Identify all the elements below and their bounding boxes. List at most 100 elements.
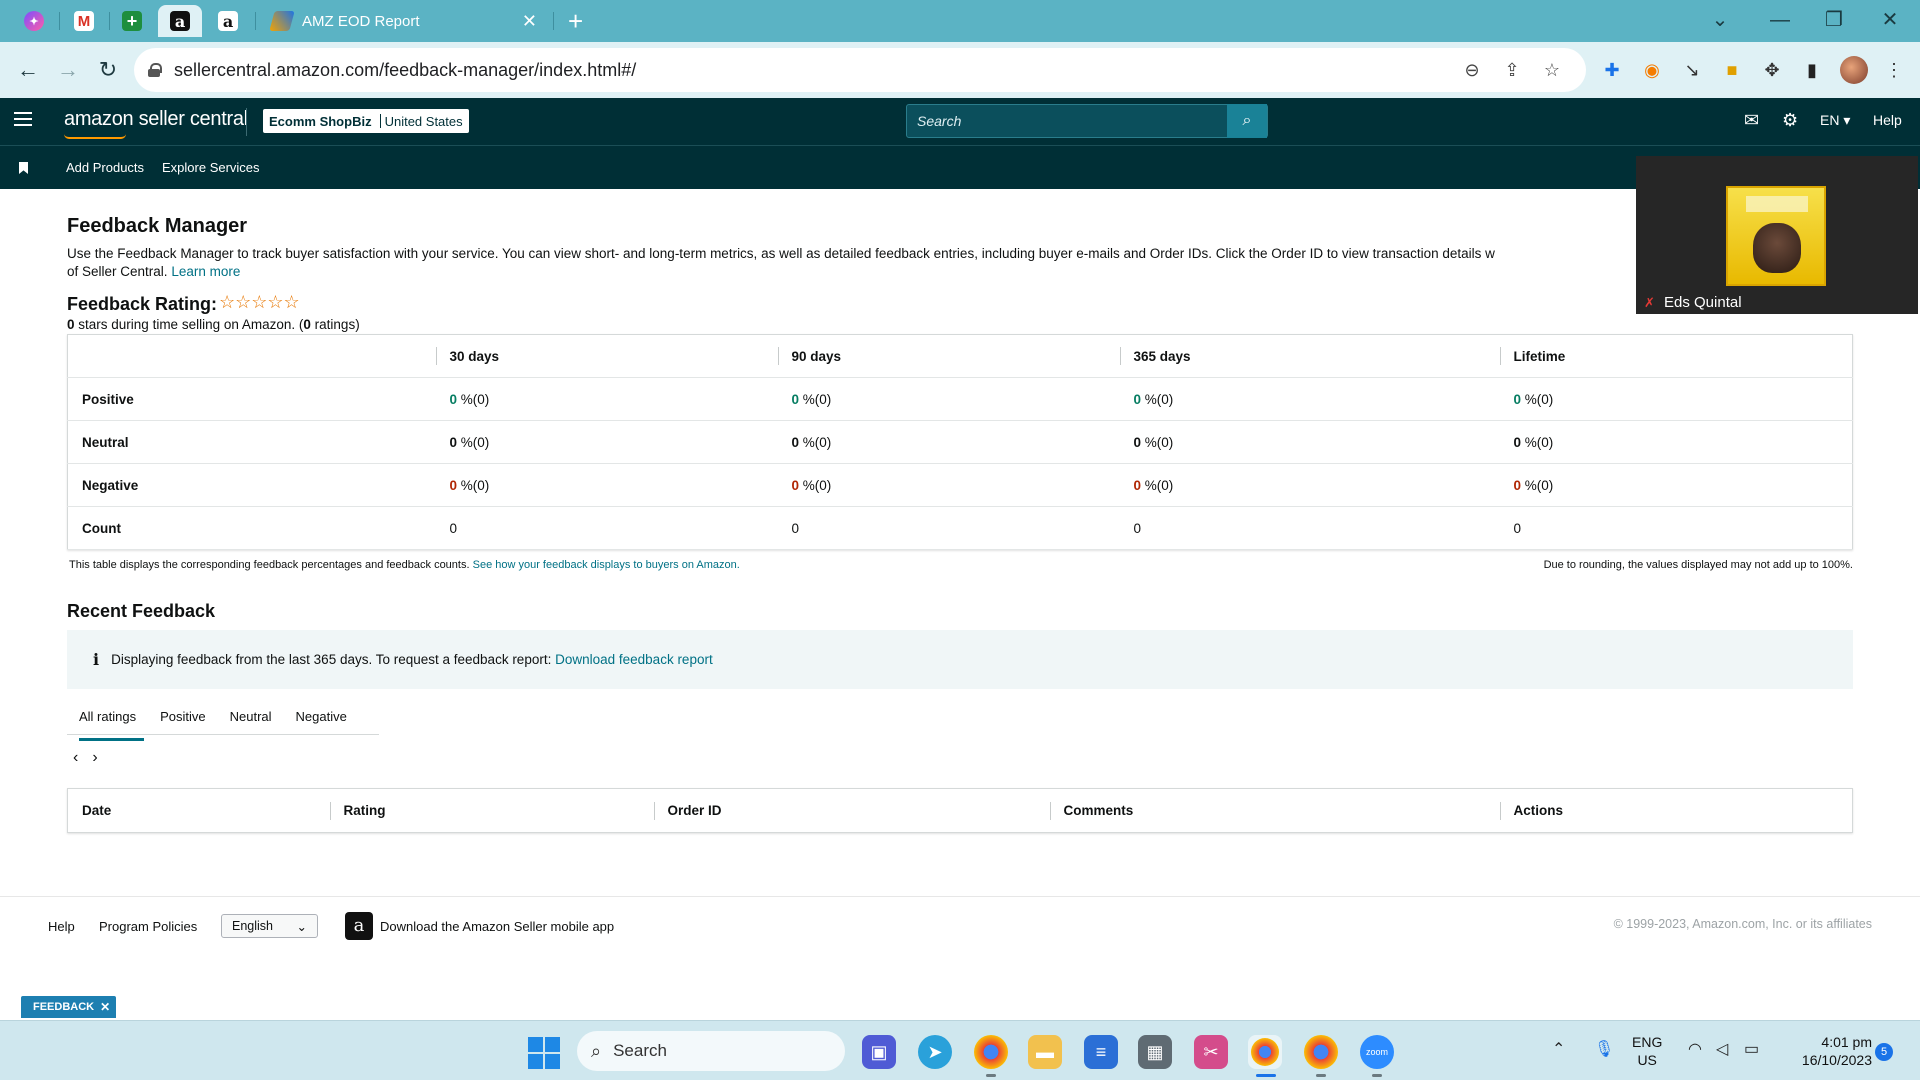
microphone-icon[interactable]: 🎙	[1594, 1039, 1614, 1059]
tab-gmail[interactable]: M	[62, 5, 106, 37]
chrome-profile-icon[interactable]	[974, 1035, 1008, 1069]
url-text[interactable]: sellercentral.amazon.com/feedback-manage…	[174, 60, 1452, 81]
notepad-icon[interactable]: ≡	[1084, 1035, 1118, 1069]
teams-icon[interactable]: ▣	[862, 1035, 896, 1069]
tab-amazon[interactable]: a	[206, 5, 250, 37]
file-explorer-icon[interactable]: ▬	[1028, 1035, 1062, 1069]
column-header-comments[interactable]: Comments	[1049, 789, 1500, 833]
feedback-badge[interactable]: FEEDBACK ✕	[21, 996, 117, 1018]
subnav-add-products[interactable]: Add Products	[66, 160, 144, 175]
close-icon[interactable]: ✕	[100, 1000, 110, 1014]
extension-icon[interactable]: ✚	[1598, 56, 1626, 84]
seller-central-logo[interactable]: amazon seller central	[64, 108, 248, 139]
table-row-negative: Negative 0 %(0) 0 %(0) 0 %(0) 0 %(0)	[67, 463, 1853, 507]
telegram-icon[interactable]: ➤	[918, 1035, 952, 1069]
column-header-rating[interactable]: Rating	[329, 789, 654, 833]
extension-icon[interactable]: ◉	[1638, 56, 1666, 84]
video-call-overlay[interactable]: ✗ Eds Quintal	[1636, 156, 1918, 314]
system-clock[interactable]: 4:01 pm 16/10/2023	[1786, 1033, 1872, 1069]
zoom-app-icon[interactable]: zoom	[1360, 1035, 1394, 1069]
amazon-icon: a	[218, 11, 238, 31]
battery-icon[interactable]: ▭	[1744, 1039, 1759, 1059]
back-arrow-icon[interactable]: ←	[12, 54, 44, 86]
forward-arrow-icon[interactable]: →	[52, 54, 84, 86]
chrome-active-icon[interactable]	[1248, 1035, 1282, 1069]
share-icon[interactable]: ⇪	[1492, 60, 1532, 81]
table-row-count: Count 0 0 0 0	[67, 506, 1853, 550]
menu-kebab-icon[interactable]: ⋮	[1880, 56, 1908, 84]
amazon-app-icon[interactable]: a	[345, 912, 373, 940]
report-icon	[269, 11, 295, 31]
side-panel-icon[interactable]: ▮	[1798, 56, 1826, 84]
rating-count-value: 0	[303, 317, 311, 332]
help-link[interactable]: Help	[1873, 112, 1902, 128]
hamburger-menu-icon[interactable]	[14, 112, 32, 128]
input-language[interactable]: ENG US	[1632, 1033, 1662, 1069]
address-bar[interactable]: sellercentral.amazon.com/feedback-manage…	[134, 48, 1586, 92]
snipping-tool-icon[interactable]: ✂	[1194, 1035, 1228, 1069]
volume-icon[interactable]: ◁	[1716, 1039, 1728, 1059]
tab-positive[interactable]: Positive	[148, 705, 218, 734]
learn-more-link[interactable]: Learn more	[171, 264, 240, 279]
zoom-icon[interactable]: ⊖	[1452, 60, 1492, 81]
column-header-date[interactable]: Date	[68, 789, 330, 833]
extension-icon[interactable]: ↘	[1678, 56, 1706, 84]
footer-program-policies-link[interactable]: Program Policies	[99, 919, 197, 934]
column-header-order-id[interactable]: Order ID	[653, 789, 1050, 833]
language-selector[interactable]: EN ▾	[1820, 112, 1850, 129]
tab-messenger[interactable]: ✦	[12, 5, 56, 37]
tab-all-ratings[interactable]: All ratings	[67, 705, 148, 741]
tab-amazon-active[interactable]: a	[158, 5, 202, 37]
tab-neutral[interactable]: Neutral	[218, 705, 284, 734]
chevron-down-icon[interactable]: ⌄	[1700, 4, 1740, 36]
bookmark-icon[interactable]	[19, 162, 28, 174]
footer-help-link[interactable]: Help	[48, 919, 75, 934]
chevron-up-icon[interactable]: ⌃	[1552, 1039, 1565, 1059]
tab-sheets[interactable]: +	[110, 5, 154, 37]
page-title: Feedback Manager	[67, 215, 248, 237]
cell-value: 0	[1133, 434, 1142, 450]
cell-suffix: %(0)	[1524, 477, 1554, 493]
reload-icon[interactable]: ↻	[92, 54, 124, 86]
tab-separator	[553, 12, 554, 30]
gear-icon[interactable]: ⚙	[1782, 110, 1798, 131]
column-header-actions: Actions	[1499, 789, 1853, 833]
profile-avatar[interactable]	[1840, 56, 1868, 84]
chrome-profile-icon[interactable]	[1304, 1035, 1338, 1069]
windows-start-icon[interactable]	[528, 1037, 560, 1069]
wifi-icon[interactable]: ◠	[1688, 1039, 1702, 1059]
tab-negative[interactable]: Negative	[284, 705, 359, 734]
new-tab-button[interactable]: +	[568, 7, 583, 35]
lock-icon[interactable]	[148, 63, 162, 77]
calculator-icon[interactable]: ▦	[1138, 1035, 1172, 1069]
see-feedback-link[interactable]: See how your feedback displays to buyers…	[473, 559, 740, 571]
close-icon[interactable]: ✕	[522, 11, 537, 32]
search-input[interactable]	[907, 113, 1227, 129]
puzzle-icon[interactable]: ✥	[1758, 56, 1786, 84]
cell-suffix: %(0)	[460, 391, 490, 407]
download-app-link[interactable]: Download the Amazon Seller mobile app	[380, 919, 614, 934]
store-selector[interactable]: Ecomm ShopBiz United States	[263, 109, 469, 133]
subnav-explore-services[interactable]: Explore Services	[162, 160, 260, 175]
mail-icon[interactable]: ✉	[1744, 110, 1759, 131]
footer-language-select[interactable]: English ⌄	[221, 914, 318, 938]
participant-label: ✗ Eds Quintal	[1644, 294, 1742, 311]
notification-badge[interactable]: 5	[1875, 1043, 1893, 1061]
table-header-row: Date Rating Order ID Comments Actions	[68, 789, 1853, 833]
header-divider	[246, 108, 247, 136]
tab-amz-eod-report[interactable]: AMZ EOD Report ✕	[262, 5, 547, 37]
download-feedback-report-link[interactable]: Download feedback report	[555, 652, 713, 667]
taskbar-search[interactable]: ⌕ Search	[577, 1031, 845, 1071]
bookmark-star-icon[interactable]: ☆	[1532, 60, 1572, 81]
row-label: Positive	[67, 377, 436, 421]
restore-icon[interactable]: ❐	[1814, 4, 1854, 36]
table-cell: 0 %(0)	[1119, 377, 1500, 421]
search-icon[interactable]: ⌕	[1227, 104, 1267, 138]
extension-icon[interactable]: ■	[1718, 56, 1746, 84]
table-note: This table displays the corresponding fe…	[69, 559, 740, 571]
close-window-icon[interactable]: ✕	[1870, 4, 1910, 36]
minimize-icon[interactable]: —	[1760, 4, 1800, 36]
feedback-badge-label: FEEDBACK	[33, 1001, 95, 1013]
chevron-left-icon[interactable]: ‹	[73, 749, 78, 766]
chevron-right-icon[interactable]: ›	[92, 749, 97, 766]
